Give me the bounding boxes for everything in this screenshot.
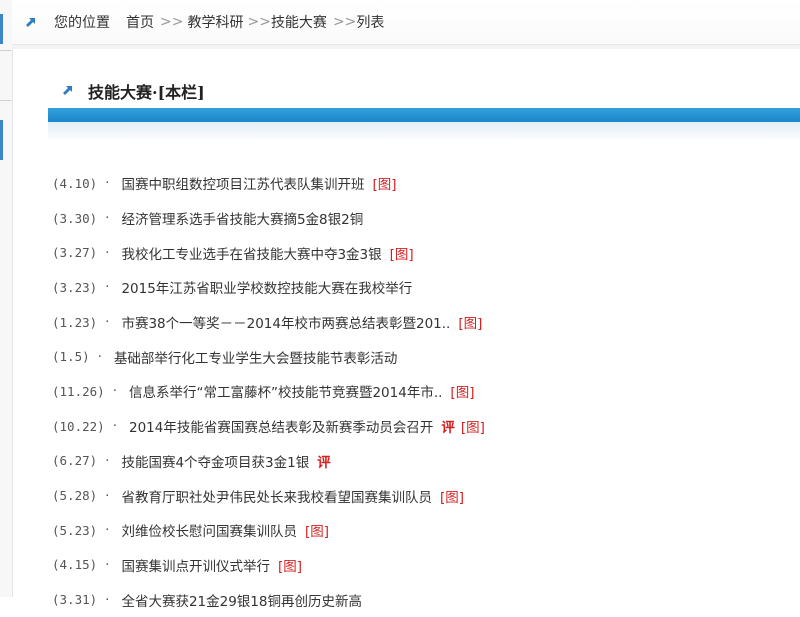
breadcrumb-category-link[interactable]: 技能大赛 bbox=[271, 12, 327, 32]
column-header-bar-fade bbox=[48, 122, 800, 142]
news-title-link[interactable]: 市赛38个一等奖－－2014年校市两赛总结表彰暨201.. bbox=[121, 312, 450, 332]
news-date: (1.23) bbox=[52, 314, 98, 330]
left-tab-marker bbox=[0, 120, 3, 160]
news-list-item: (3.31) · 全省大赛获21金29银18铜再创历史新高 bbox=[52, 582, 800, 617]
image-tag-link[interactable]: [图] bbox=[278, 555, 302, 575]
news-date: (4.10) bbox=[52, 175, 98, 191]
news-title-link[interactable]: 刘维俭校长慰问国赛集训队员 bbox=[121, 520, 297, 540]
news-date: (1.5) bbox=[52, 349, 90, 365]
news-date: (5.23) bbox=[52, 522, 98, 538]
news-title-link[interactable]: 技能国赛4个夺金项目获3金1银 bbox=[121, 451, 309, 471]
news-date: (11.26) bbox=[52, 383, 105, 399]
news-bullet: · bbox=[105, 314, 110, 331]
news-title-link[interactable]: 省教育厅职社处尹伟民处长来我校看望国赛集训队员 bbox=[121, 486, 432, 506]
news-date: (6.27) bbox=[52, 453, 98, 469]
left-divider bbox=[0, 100, 11, 101]
news-bullet: · bbox=[105, 452, 110, 469]
news-bullet: · bbox=[112, 383, 117, 400]
breadcrumb-bar-shadow bbox=[12, 45, 800, 49]
column-header: 技能大赛·[本栏] bbox=[48, 72, 800, 109]
left-tab-marker bbox=[0, 14, 3, 44]
column-title: 技能大赛·[本栏] bbox=[88, 83, 205, 102]
news-title-link[interactable]: 2015年江苏省职业学校数控技能大赛在我校举行 bbox=[121, 277, 412, 297]
image-tag-link[interactable]: [图] bbox=[390, 243, 414, 263]
image-tag-link[interactable]: [图] bbox=[450, 381, 474, 401]
news-date: (3.23) bbox=[52, 279, 98, 295]
news-title-link[interactable]: 经济管理系选手省技能大赛摘5金8银2铜 bbox=[121, 208, 363, 228]
image-tag-link[interactable]: [图] bbox=[461, 416, 485, 436]
news-list-item: (10.22) · 2014年技能省赛国赛总结表彰及新赛季动员会召开评 [图] bbox=[52, 409, 800, 444]
news-list-item: (5.23) · 刘维俭校长慰问国赛集训队员 [图] bbox=[52, 513, 800, 548]
news-list-item: (3.30) · 经济管理系选手省技能大赛摘5金8银2铜 bbox=[52, 201, 800, 236]
breadcrumb: 您的位置 首页 >> 教学科研 >> 技能大赛 >> 列表 bbox=[26, 13, 384, 31]
breadcrumb-label: 您的位置 bbox=[54, 15, 110, 31]
comment-tag[interactable]: 评 bbox=[441, 416, 455, 436]
news-title-link[interactable]: 2014年技能省赛国赛总结表彰及新赛季动员会召开 bbox=[129, 416, 433, 436]
news-bullet: · bbox=[105, 591, 110, 608]
breadcrumb-separator: >> bbox=[247, 14, 271, 30]
news-list-item: (4.15) · 国赛集训点开训仪式举行 [图] bbox=[52, 548, 800, 583]
news-list-item: (3.23) · 2015年江苏省职业学校数控技能大赛在我校举行 bbox=[52, 270, 800, 305]
news-list-item: (5.28) · 省教育厅职社处尹伟民处长来我校看望国赛集训队员 [图] bbox=[52, 478, 800, 513]
news-list-item: (6.27) · 技能国赛4个夺金项目获3金1银评 bbox=[52, 444, 800, 479]
news-bullet: · bbox=[105, 210, 110, 227]
news-list-item: (4.10) · 国赛中职组数控项目江苏代表队集训开班 [图] bbox=[52, 166, 800, 201]
comment-tag[interactable]: 评 bbox=[317, 451, 331, 471]
breadcrumb-separator: >> bbox=[160, 14, 184, 30]
breadcrumb-home-link[interactable]: 首页 bbox=[126, 12, 154, 32]
breadcrumb-section-link[interactable]: 教学科研 bbox=[187, 12, 243, 32]
news-title-link[interactable]: 全省大赛获21金29银18铜再创历史新高 bbox=[121, 590, 362, 610]
left-divider bbox=[0, 50, 11, 51]
arrow-icon bbox=[63, 86, 72, 95]
news-bullet: · bbox=[105, 244, 110, 261]
news-date: (10.22) bbox=[52, 418, 105, 434]
column-header-bar bbox=[48, 108, 800, 122]
image-tag-link[interactable]: [图] bbox=[372, 173, 396, 193]
news-title-link[interactable]: 信息系举行“常工富藤杯”校技能节竞赛暨2014年市.. bbox=[129, 381, 442, 401]
news-list-item: (3.27) · 我校化工专业选手在省技能大赛中夺3金3银 [图] bbox=[52, 235, 800, 270]
news-list-item: (1.5) · 基础部举行化工专业学生大会暨技能节表彰活动 bbox=[52, 339, 800, 374]
news-title-link[interactable]: 基础部举行化工专业学生大会暨技能节表彰活动 bbox=[114, 347, 398, 367]
news-list: (4.10) · 国赛中职组数控项目江苏代表队集训开班 [图] (3.30) · 经济管理系… bbox=[52, 166, 800, 617]
image-tag-link[interactable]: [图] bbox=[440, 486, 464, 506]
news-title-link[interactable]: 国赛集训点开训仪式举行 bbox=[121, 555, 270, 575]
news-title-link[interactable]: 我校化工专业选手在省技能大赛中夺3金3银 bbox=[121, 243, 381, 263]
left-edge-strip bbox=[0, 0, 13, 597]
news-title-link[interactable]: 国赛中职组数控项目江苏代表队集训开班 bbox=[121, 173, 364, 193]
breadcrumb-separator: >> bbox=[332, 14, 357, 30]
news-date: (3.27) bbox=[52, 245, 98, 261]
news-list-item: (11.26) · 信息系举行“常工富藤杯”校技能节竞赛暨2014年市.. [图] bbox=[52, 374, 800, 409]
image-tag-link[interactable]: [图] bbox=[458, 312, 482, 332]
news-bullet: · bbox=[105, 175, 110, 192]
news-bullet: · bbox=[105, 522, 110, 539]
news-date: (3.30) bbox=[52, 210, 98, 226]
news-bullet: · bbox=[112, 418, 117, 435]
breadcrumb-current: 列表 bbox=[356, 15, 385, 31]
image-tag-link[interactable]: [图] bbox=[305, 520, 329, 540]
news-bullet: · bbox=[105, 487, 110, 504]
arrow-icon bbox=[26, 18, 35, 27]
news-list-item: (1.23) · 市赛38个一等奖－－2014年校市两赛总结表彰暨201.. [图] bbox=[52, 305, 800, 340]
news-date: (4.15) bbox=[52, 557, 98, 573]
news-bullet: · bbox=[105, 556, 110, 573]
news-bullet: · bbox=[97, 348, 102, 365]
news-bullet: · bbox=[105, 279, 110, 296]
news-date: (3.31) bbox=[52, 592, 98, 608]
news-date: (5.28) bbox=[52, 488, 98, 504]
